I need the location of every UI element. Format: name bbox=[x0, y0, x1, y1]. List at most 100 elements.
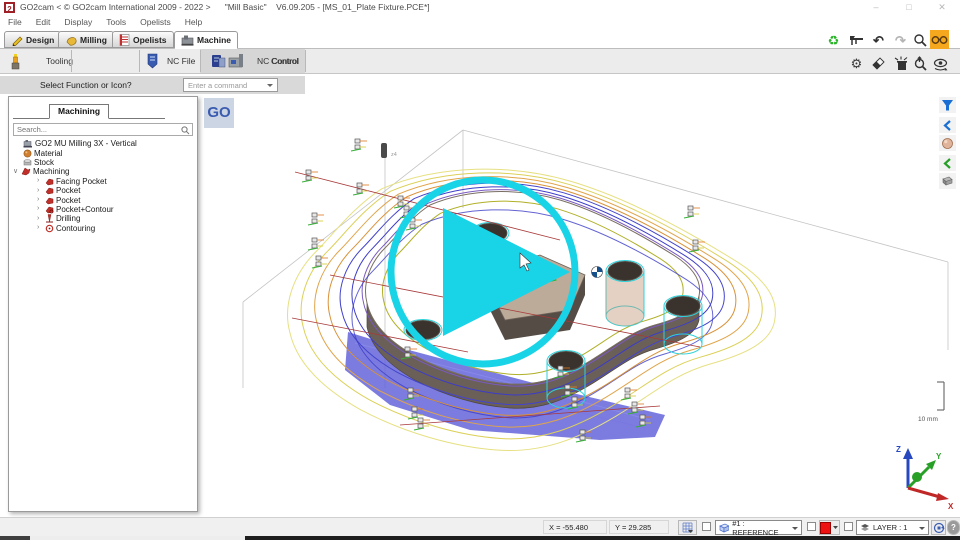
command-prompt-label: Select Function or Icon? bbox=[40, 80, 132, 90]
collapse-left-blue-icon[interactable] bbox=[939, 117, 956, 133]
tooling-button[interactable]: Tooling bbox=[2, 49, 73, 73]
tool-center-ball bbox=[592, 267, 603, 278]
tree-item-material[interactable]: Material bbox=[13, 148, 195, 157]
close-button[interactable]: ✕ bbox=[931, 1, 953, 14]
redo-icon[interactable]: ↷ bbox=[891, 31, 910, 50]
layers-icon bbox=[860, 523, 870, 532]
color-swatch-button[interactable] bbox=[819, 520, 840, 535]
machining-tools-icon[interactable]: ⚙ bbox=[847, 54, 866, 73]
search-icon bbox=[181, 126, 190, 135]
contouring-icon bbox=[45, 224, 54, 233]
eraser-icon[interactable] bbox=[869, 54, 888, 73]
machine-icon bbox=[23, 139, 33, 148]
video-play-overlay[interactable] bbox=[391, 180, 575, 364]
layer-combobox[interactable]: LAYER : 1 bbox=[856, 520, 929, 535]
tree-label: Contouring bbox=[56, 224, 95, 233]
visibility-glasses-icon[interactable] bbox=[930, 30, 949, 49]
x-coordinate: X = -55.480 bbox=[543, 520, 607, 534]
shaded-view-icon[interactable] bbox=[939, 135, 956, 151]
chevron-right-icon[interactable] bbox=[37, 215, 43, 223]
bottom-strip-segment bbox=[0, 536, 30, 540]
maximize-button[interactable]: □ bbox=[898, 1, 920, 14]
bottom-strip-segment bbox=[245, 536, 960, 540]
tree-label: Facing Pocket bbox=[56, 177, 107, 186]
group-separator bbox=[200, 50, 201, 72]
tree-item-stock[interactable]: Stock bbox=[13, 158, 195, 167]
tree-item-drilling[interactable]: Drilling bbox=[13, 214, 195, 223]
nc-control-button[interactable]: NC Control bbox=[205, 49, 299, 73]
menu-display[interactable]: Display bbox=[64, 17, 92, 27]
reference-value: #1 : REFERENCE bbox=[732, 519, 789, 537]
help-icon[interactable]: ? bbox=[947, 520, 960, 535]
tab-machining[interactable]: Machining bbox=[49, 104, 109, 119]
clean-regen-icon[interactable] bbox=[891, 54, 910, 73]
tab-opelists[interactable]: Opelists bbox=[112, 31, 174, 48]
machine-icon bbox=[181, 34, 194, 46]
minimize-button[interactable]: – bbox=[865, 1, 887, 14]
go-logo: GO bbox=[204, 98, 234, 128]
tab-milling[interactable]: Milling bbox=[58, 31, 114, 48]
nc-file-button[interactable]: NC File bbox=[140, 49, 195, 73]
tab-design-label: Design bbox=[26, 35, 54, 45]
app-icon: 2 bbox=[4, 2, 15, 13]
color-checkbox[interactable] bbox=[807, 522, 816, 531]
rotate-view-button[interactable] bbox=[931, 520, 946, 535]
regenerate-icon[interactable]: ♻ bbox=[824, 31, 843, 50]
menu-tools[interactable]: Tools bbox=[106, 17, 126, 27]
tab-milling-label: Milling bbox=[80, 35, 107, 45]
tree-label: Pocket+Contour bbox=[56, 205, 114, 214]
chevron-right-icon[interactable] bbox=[37, 196, 43, 204]
menu-opelists[interactable]: Opelists bbox=[140, 17, 171, 27]
chevron-right-icon[interactable] bbox=[37, 224, 43, 232]
nc-control-label: NC Control bbox=[257, 56, 299, 66]
chevron-down-icon[interactable] bbox=[13, 168, 19, 176]
window-title: GO2cam < © GO2cam International 2009 - 2… bbox=[20, 2, 430, 12]
tree-item-pocket[interactable]: Pocket bbox=[13, 195, 195, 204]
machining-icon bbox=[21, 167, 31, 176]
search-input[interactable] bbox=[13, 123, 193, 136]
red-swatch bbox=[820, 522, 831, 534]
menu-file[interactable]: File bbox=[8, 17, 22, 27]
undo-icon[interactable]: ↶ bbox=[869, 31, 888, 50]
caliper-icon[interactable] bbox=[847, 31, 866, 50]
tree-item-pocket[interactable]: Pocket bbox=[13, 186, 195, 195]
filter-icon[interactable] bbox=[939, 97, 956, 113]
machining-tree: GO2 MU Milling 3X - Vertical Material St… bbox=[13, 139, 195, 233]
pocket-icon bbox=[45, 186, 54, 195]
grid-toggle-button[interactable] bbox=[678, 520, 697, 535]
zoom-icon[interactable] bbox=[911, 31, 930, 50]
menu-help[interactable]: Help bbox=[185, 17, 202, 27]
facing-pocket-icon bbox=[45, 177, 54, 186]
chevron-right-icon[interactable] bbox=[37, 205, 43, 213]
machining-panel: Machining GO2 MU Milling 3X - Vertical M… bbox=[8, 96, 198, 512]
tree-label: Machining bbox=[33, 167, 69, 176]
tree-item-contouring[interactable]: Contouring bbox=[13, 224, 195, 233]
layer-checkbox[interactable] bbox=[844, 522, 853, 531]
collapse-left-green-icon[interactable] bbox=[939, 155, 956, 171]
tree-item-machine[interactable]: GO2 MU Milling 3X - Vertical bbox=[13, 139, 195, 148]
tree-item-machining[interactable]: Machining bbox=[13, 167, 195, 176]
menu-edit[interactable]: Edit bbox=[36, 17, 51, 27]
tree-item-pocket-contour[interactable]: Pocket+Contour bbox=[13, 205, 195, 214]
tree-item-facing-pocket[interactable]: Facing Pocket bbox=[13, 177, 195, 186]
chevron-right-icon[interactable] bbox=[37, 187, 43, 195]
material-icon bbox=[23, 149, 32, 158]
tab-machine[interactable]: Machine bbox=[174, 31, 238, 49]
tree-label: Material bbox=[34, 149, 62, 158]
zoom-extents-icon[interactable] bbox=[911, 54, 930, 73]
reference-checkbox[interactable] bbox=[702, 522, 711, 531]
tree-label: Pocket bbox=[56, 186, 80, 195]
bottom-strip-segment bbox=[30, 536, 245, 540]
tab-machine-label: Machine bbox=[197, 35, 231, 45]
rotate-eye-icon[interactable] bbox=[931, 54, 950, 73]
menu-bar: File Edit Display Tools Opelists Help bbox=[0, 15, 960, 29]
reference-combobox[interactable]: #1 : REFERENCE bbox=[715, 520, 802, 535]
scale-ruler: 10 mm bbox=[918, 382, 944, 423]
wireframe-box-icon[interactable] bbox=[939, 173, 956, 189]
caret-down-icon bbox=[832, 522, 839, 533]
tab-design[interactable]: Design bbox=[4, 31, 61, 48]
chevron-right-icon[interactable] bbox=[37, 177, 43, 185]
title-bar: 2 GO2cam < © GO2cam International 2009 -… bbox=[0, 0, 960, 15]
go2cam-window: 2 GO2cam < © GO2cam International 2009 -… bbox=[0, 0, 960, 540]
viewport-canvas[interactable]: z4 10 mm Z Y X bbox=[200, 88, 960, 512]
